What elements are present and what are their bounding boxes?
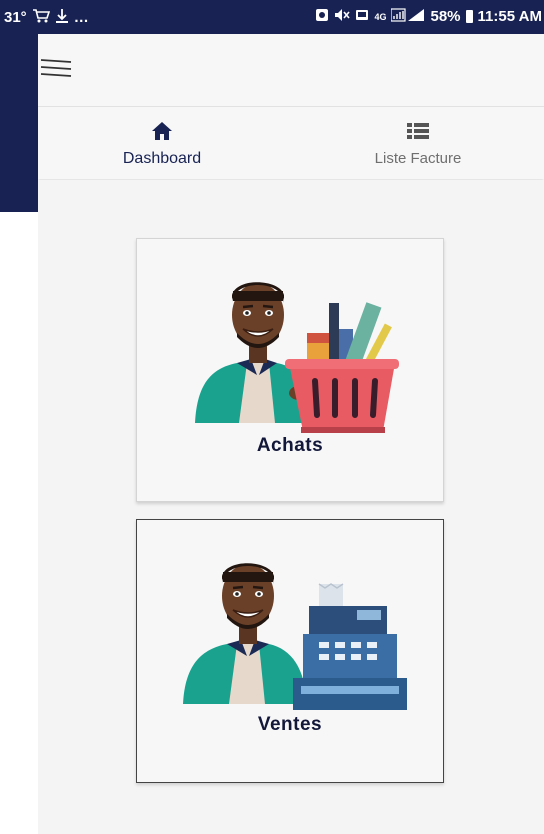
achats-card[interactable]: Achats	[136, 238, 444, 502]
download-icon	[55, 8, 69, 27]
alarm-icon	[315, 8, 329, 25]
left-gutter	[0, 212, 38, 834]
tab-dashboard[interactable]: Dashboard	[92, 107, 232, 179]
tab-bar: Dashboard Liste Facture	[38, 107, 544, 179]
dashboard-content: Achats Ventes	[38, 180, 544, 834]
app-bar	[38, 34, 544, 107]
battery-percent: 58%	[430, 8, 461, 25]
battery-icon	[465, 10, 473, 23]
hamburger-icon	[40, 59, 72, 77]
menu-button[interactable]	[38, 54, 78, 86]
status-right: 4G 58% 11:55 AM	[315, 8, 542, 25]
temperature: 31°	[4, 9, 27, 26]
man-with-cash-register-illustration	[183, 563, 407, 710]
home-icon	[152, 122, 172, 140]
list-icon	[407, 123, 429, 139]
achats-label: Achats	[256, 435, 324, 456]
man-with-basket-illustration	[195, 282, 399, 433]
more-notifications: …	[73, 9, 89, 26]
ventes-card[interactable]: Ventes	[136, 519, 444, 783]
app-screen: 31° … 4G 58% 11:55 AM Dashboard Liste Fa…	[0, 0, 544, 834]
tab-liste-facture-label: Liste Facture	[374, 150, 462, 167]
signal-icon	[390, 8, 425, 25]
ventes-label: Ventes	[257, 714, 323, 735]
clock: 11:55 AM	[477, 8, 542, 25]
mute-icon	[334, 8, 351, 25]
tab-dashboard-label: Dashboard	[122, 150, 202, 167]
status-bar: 31° … 4G 58% 11:55 AM	[0, 0, 544, 34]
network-type: 4G	[374, 11, 387, 22]
tab-liste-facture[interactable]: Liste Facture	[338, 107, 498, 179]
status-left: 31° …	[4, 8, 89, 27]
screen-icon	[355, 8, 369, 25]
drawer-edge	[0, 34, 38, 212]
cart-notification-icon	[32, 8, 50, 27]
